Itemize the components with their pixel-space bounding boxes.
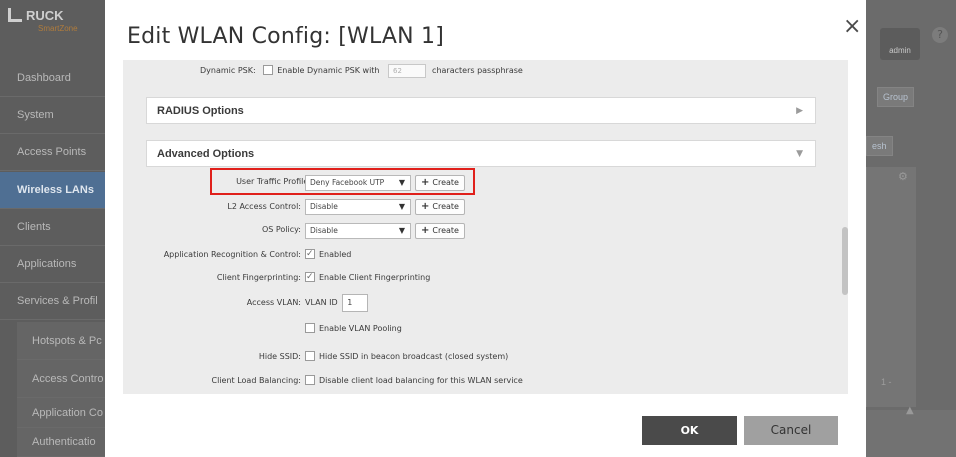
psk-length-input[interactable]: 62 xyxy=(388,63,427,78)
client-fingerprinting-label: Client Fingerprinting: xyxy=(216,273,301,282)
gear-icon[interactable]: ⚙ xyxy=(898,170,908,183)
client-fingerprinting-text: Enable Client Fingerprinting xyxy=(319,273,431,282)
background-table xyxy=(866,167,916,407)
select-value: Disable xyxy=(310,202,338,211)
nav-item-wireless-lans[interactable]: Wireless LANs xyxy=(0,172,108,209)
scroll-up-icon[interactable]: ▲ xyxy=(906,405,914,416)
hide-ssid-row: Hide SSID: xyxy=(140,347,301,367)
brand-logo: RUCK SmartZone xyxy=(8,8,100,52)
highlight-box xyxy=(210,168,475,195)
subnav-item-application-control[interactable]: Application Co xyxy=(17,398,108,428)
nav-item-access-points[interactable]: Access Points xyxy=(0,134,108,171)
dynamic-psk-suffix: characters passphrase xyxy=(432,66,523,75)
app-recognition-control: Enabled xyxy=(305,244,352,265)
subnav-item-access-control[interactable]: Access Contro xyxy=(17,360,108,398)
refresh-button[interactable]: esh xyxy=(866,136,893,156)
logo-subtitle: SmartZone xyxy=(38,24,78,33)
logo-text: RUCK xyxy=(26,8,64,23)
hide-ssid-label: Hide SSID: xyxy=(258,352,301,361)
os-policy-row: OS Policy: xyxy=(150,220,301,240)
hide-ssid-control: Hide SSID in beacon broadcast (closed sy… xyxy=(305,347,508,367)
load-balancing-checkbox[interactable] xyxy=(305,375,315,385)
sidebar: RUCK SmartZone Dashboard System Access P… xyxy=(0,0,108,457)
load-balancing-control: Disable client load balancing for this W… xyxy=(305,371,523,391)
user-menu[interactable]: admin xyxy=(880,28,920,60)
ruckus-dog-icon xyxy=(8,8,22,22)
close-icon[interactable]: × xyxy=(843,14,861,39)
hide-ssid-checkbox[interactable] xyxy=(305,351,315,361)
os-policy-label: OS Policy: xyxy=(261,225,301,234)
nav-item-dashboard[interactable]: Dashboard xyxy=(0,60,108,97)
vlan-pooling-checkbox[interactable] xyxy=(305,323,315,333)
select-value: Disable xyxy=(310,226,338,235)
expand-arrow-icon: ▶ xyxy=(796,106,803,116)
os-policy-select[interactable]: Disable ▼ xyxy=(305,223,411,239)
subnav-item-authentication[interactable]: Authenticatio xyxy=(17,428,108,457)
ok-button[interactable]: OK xyxy=(642,416,737,445)
background-table-footer xyxy=(866,410,956,457)
dynamic-psk-row: Dynamic PSK: Enable Dynamic PSK with 62 c… xyxy=(200,61,523,81)
load-balancing-row: Client Load Balancing: xyxy=(140,371,302,391)
nav-item-applications[interactable]: Applications xyxy=(0,246,108,283)
section-title: Advanced Options xyxy=(157,148,255,160)
help-icon[interactable]: ? xyxy=(932,27,948,43)
scrollbar-thumb[interactable] xyxy=(842,227,848,295)
create-label: Create xyxy=(432,226,459,235)
dynamic-psk-label: Dynamic PSK: xyxy=(200,66,256,75)
l2-access-control-select[interactable]: Disable ▼ xyxy=(305,199,411,215)
advanced-options-section[interactable]: Advanced Options ▼ xyxy=(146,140,816,167)
nav-item-services-profiles[interactable]: Services & Profil xyxy=(0,283,108,320)
client-fingerprinting-row: Client Fingerprinting: xyxy=(140,268,301,288)
client-fingerprinting-control: Enable Client Fingerprinting xyxy=(305,267,431,288)
app-recognition-row: Application Recognition & Control: xyxy=(140,245,301,265)
vlan-id-prefix: VLAN ID xyxy=(305,298,338,307)
app-recognition-text: Enabled xyxy=(319,250,352,259)
user-label: admin xyxy=(889,46,911,55)
create-label: Create xyxy=(432,202,459,211)
radius-options-section[interactable]: RADIUS Options ▶ xyxy=(146,97,816,124)
hide-ssid-text: Hide SSID in beacon broadcast (closed sy… xyxy=(319,352,509,361)
add-group-button[interactable]: Group xyxy=(877,87,915,107)
access-vlan-row: Access VLAN: xyxy=(140,293,301,313)
client-fingerprinting-checkbox[interactable] xyxy=(305,267,315,287)
create-l2-access-control-button[interactable]: + Create xyxy=(415,199,465,215)
l2-access-control-row: L2 Access Control: xyxy=(150,197,301,217)
dialog-title: Edit WLAN Config: [WLAN 1] xyxy=(127,24,444,49)
app-recognition-checkbox[interactable] xyxy=(305,244,315,264)
collapse-arrow-icon: ▼ xyxy=(796,149,803,159)
cancel-button[interactable]: Cancel xyxy=(744,416,838,445)
vlan-id-input[interactable]: 1 xyxy=(342,293,369,312)
chevron-down-icon: ▼ xyxy=(398,226,405,235)
chevron-down-icon: ▼ xyxy=(398,202,405,211)
section-title: RADIUS Options xyxy=(157,105,244,117)
load-balancing-label: Client Load Balancing: xyxy=(211,376,302,385)
dynamic-psk-text: Enable Dynamic PSK with xyxy=(277,66,380,75)
subnav-item-hotspots[interactable]: Hotspots & Pc xyxy=(17,322,108,360)
app-recognition-label: Application Recognition & Control: xyxy=(163,250,301,259)
create-os-policy-button[interactable]: + Create xyxy=(415,223,465,239)
nav-item-system[interactable]: System xyxy=(0,97,108,134)
vlan-pooling-control: Enable VLAN Pooling xyxy=(305,319,402,339)
access-vlan-control: VLAN ID 1 xyxy=(305,293,370,313)
plus-icon: + xyxy=(421,201,430,212)
plus-icon: + xyxy=(421,225,430,236)
access-vlan-label: Access VLAN: xyxy=(246,298,301,307)
vlan-pooling-text: Enable VLAN Pooling xyxy=(319,324,402,333)
l2-access-control-label: L2 Access Control: xyxy=(227,202,301,211)
nav-item-clients[interactable]: Clients xyxy=(0,209,108,246)
pager-text: 1 - xyxy=(881,377,892,387)
load-balancing-text: Disable client load balancing for this W… xyxy=(319,376,523,385)
dynamic-psk-checkbox[interactable] xyxy=(263,65,274,75)
